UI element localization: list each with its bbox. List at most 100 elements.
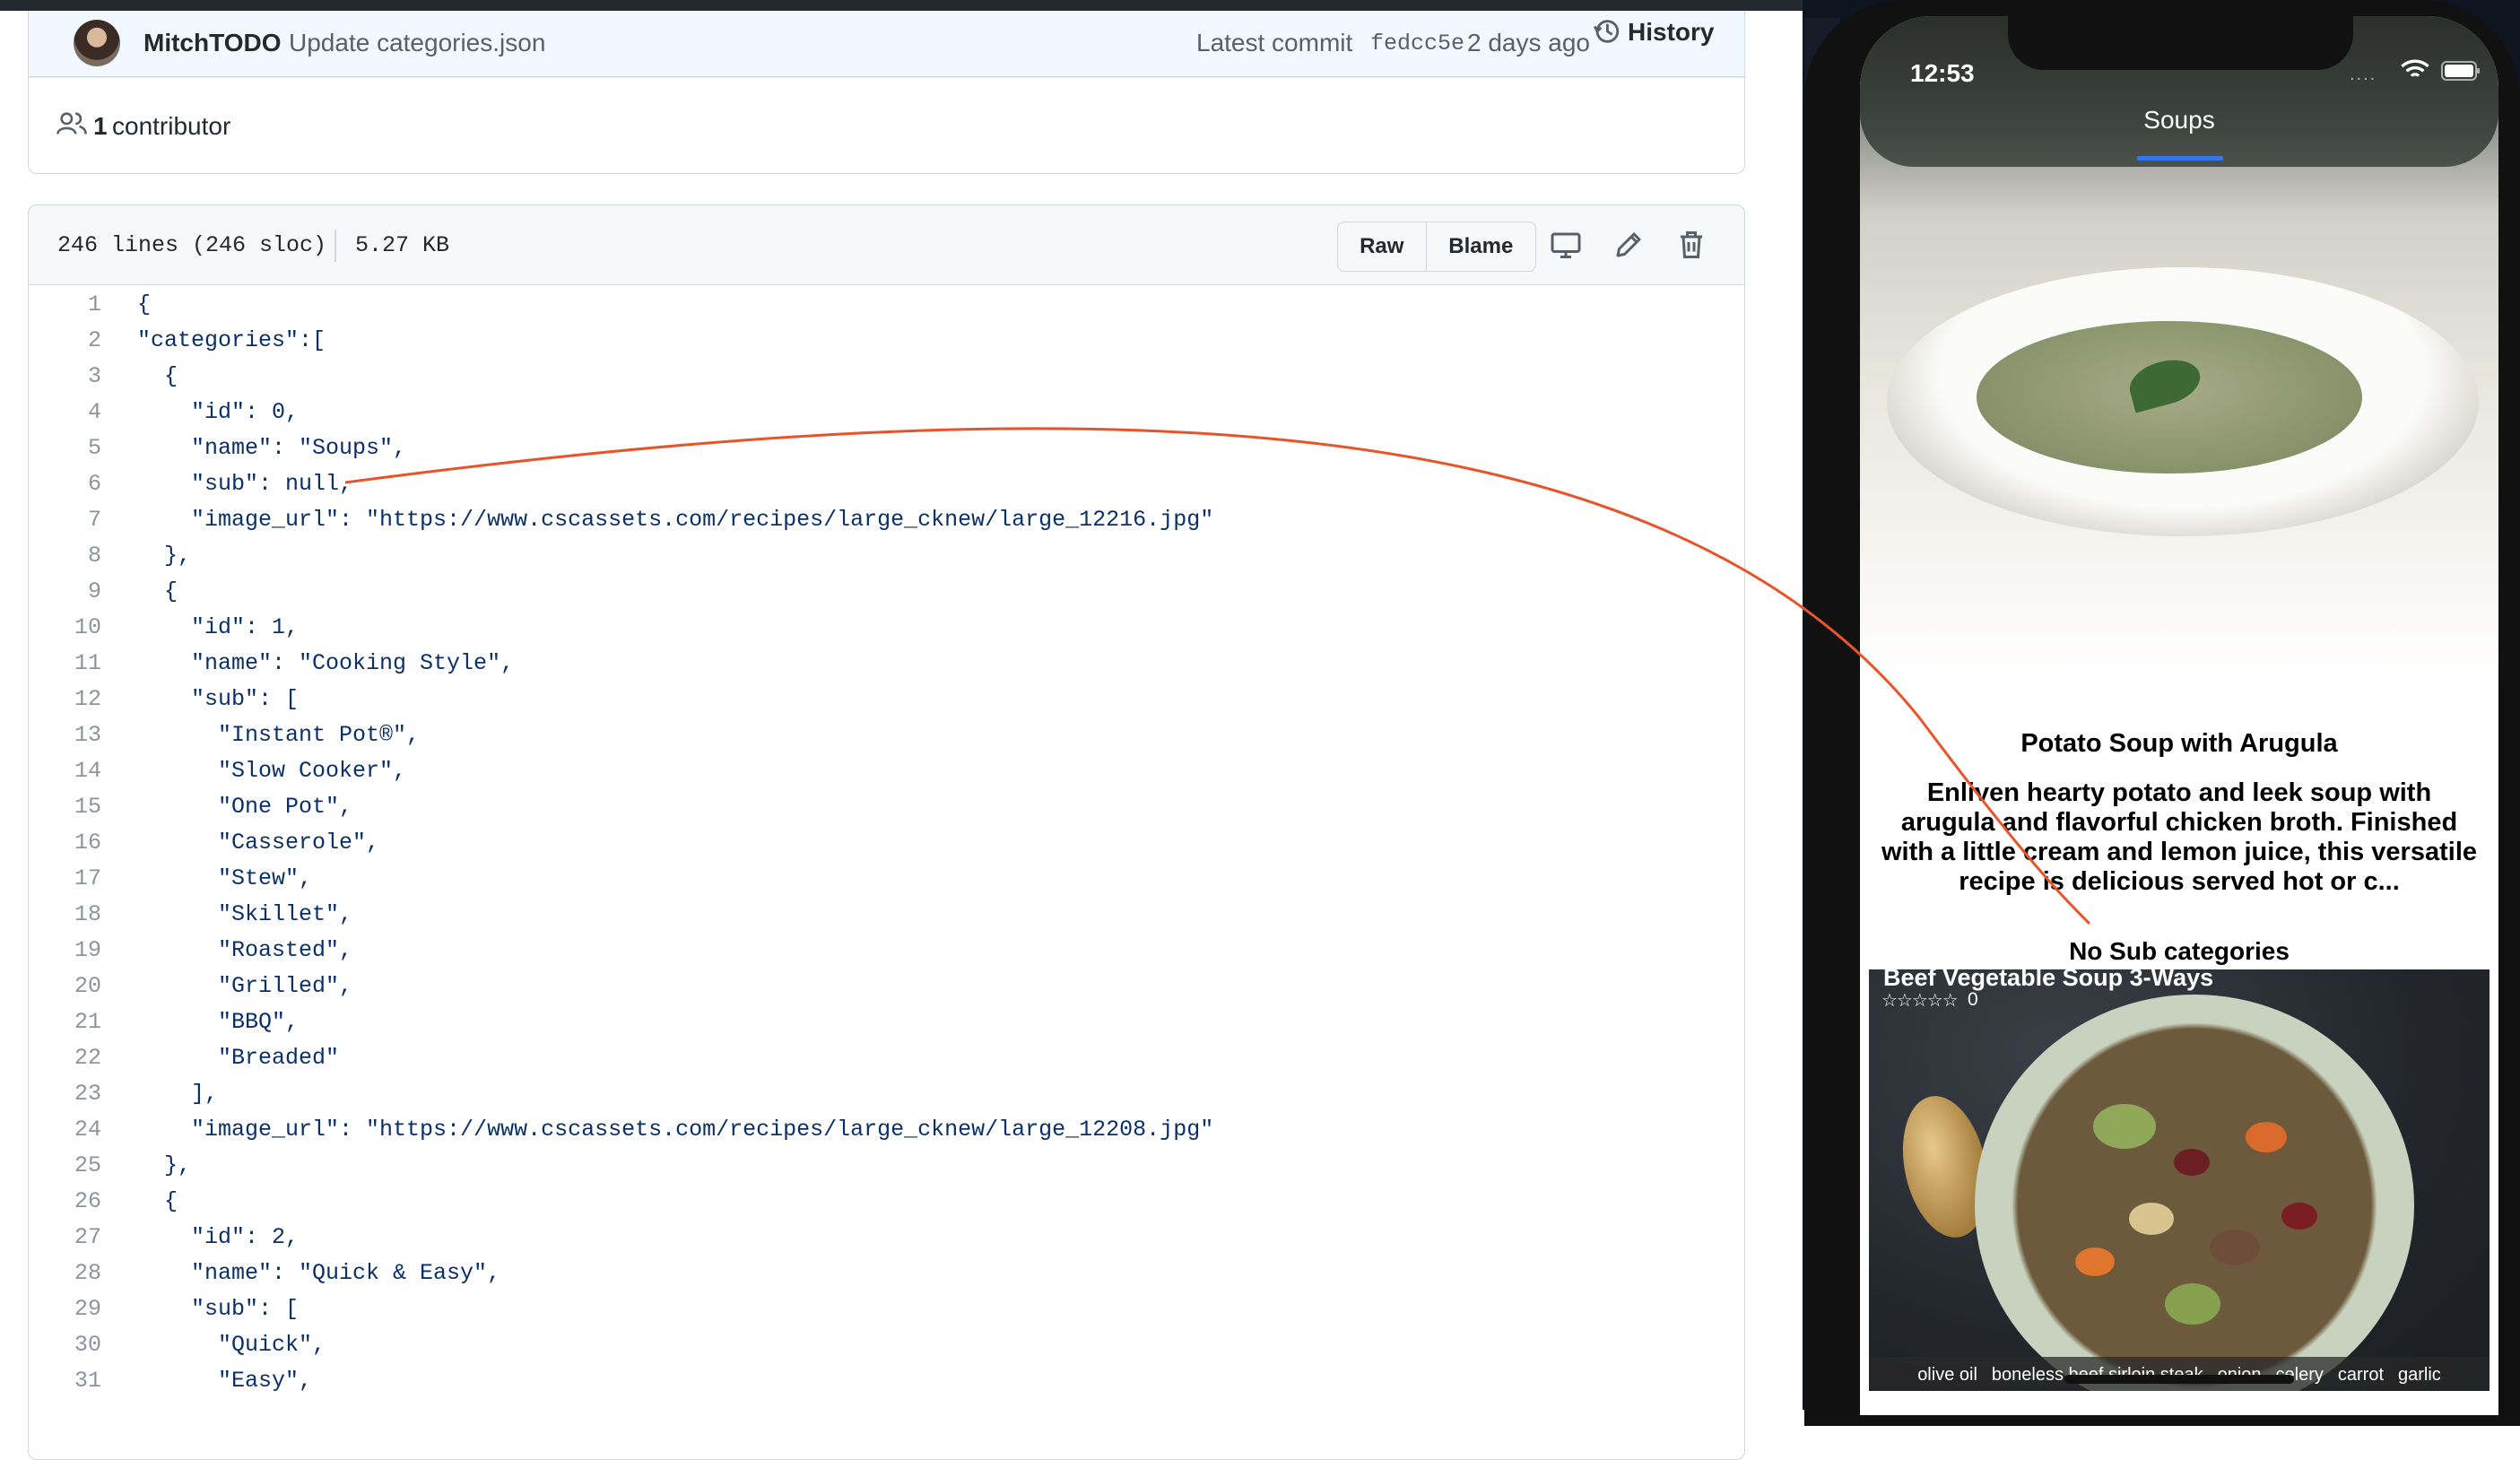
line-number[interactable]: 14 <box>28 753 101 789</box>
trash-icon[interactable] <box>1675 229 1708 261</box>
signal-icon: .... <box>2350 65 2377 84</box>
line-text: "One Pot", <box>137 794 353 820</box>
rating-count: 0 <box>1968 989 1978 1010</box>
line-text: "categories":[ <box>137 327 326 353</box>
line-text: { <box>137 291 152 317</box>
phone-notch <box>2008 16 2353 70</box>
line-text: "Skillet", <box>137 901 353 927</box>
blame-button[interactable]: Blame <box>1427 222 1535 271</box>
line-number[interactable]: 31 <box>28 1363 101 1399</box>
line-number[interactable]: 12 <box>28 682 101 717</box>
code-line: 26 { <box>28 1184 1745 1220</box>
line-text: "sub": [ <box>137 1296 300 1322</box>
line-number[interactable]: 4 <box>28 395 101 430</box>
recipe-description: Enliven hearty potato and leek soup with… <box>1881 778 2477 896</box>
file-size: 5.27 KB <box>355 232 450 258</box>
line-number[interactable]: 11 <box>28 646 101 682</box>
line-number[interactable]: 3 <box>28 359 101 395</box>
code-line: 9 { <box>28 574 1745 610</box>
tab-selected-indicator <box>2137 156 2223 161</box>
contributor-count[interactable]: 1 <box>93 112 108 141</box>
line-number[interactable]: 29 <box>28 1291 101 1327</box>
line-number[interactable]: 19 <box>28 933 101 969</box>
file-header: 246 lines (246 sloc) 5.27 KB Raw Blame <box>28 204 1745 285</box>
code-line: 7 "image_url": "https://www.cscassets.co… <box>28 502 1745 538</box>
line-text: "id": 2, <box>137 1224 300 1250</box>
desktop-icon[interactable] <box>1550 229 1582 261</box>
line-text: "name": "Cooking Style", <box>137 650 515 676</box>
tab-soups[interactable]: Soups <box>1860 106 2498 135</box>
code-line: 30 "Quick", <box>28 1327 1745 1363</box>
code-line: 10 "id": 1, <box>28 610 1745 646</box>
file-lines-info: 246 lines (246 sloc) <box>57 232 327 258</box>
contributor-label[interactable]: contributor <box>112 112 230 141</box>
line-number[interactable]: 8 <box>28 538 101 574</box>
recipe-title[interactable]: Potato Soup with Arugula <box>1860 729 2498 759</box>
line-text: "Instant Pot®", <box>137 722 421 748</box>
line-number[interactable]: 25 <box>28 1148 101 1184</box>
line-number[interactable]: 18 <box>28 897 101 933</box>
line-text: "name": "Soups", <box>137 435 407 461</box>
line-text: "sub": null, <box>137 471 353 497</box>
line-number[interactable]: 1 <box>28 287 101 323</box>
line-text: ], <box>137 1081 219 1107</box>
line-number[interactable]: 6 <box>28 466 101 502</box>
line-number[interactable]: 13 <box>28 717 101 753</box>
line-number[interactable]: 28 <box>28 1256 101 1291</box>
line-number[interactable]: 7 <box>28 502 101 538</box>
line-text: "id": 0, <box>137 399 300 425</box>
line-text: "BBQ", <box>137 1009 300 1035</box>
commit-author-link[interactable]: MitchTODO <box>143 29 281 57</box>
contributors-bar: 1 contributor <box>28 77 1745 174</box>
commit-hash-link[interactable]: fedcc5e <box>1370 30 1464 56</box>
code-line: 12 "sub": [ <box>28 682 1745 717</box>
line-number[interactable]: 21 <box>28 1004 101 1040</box>
line-number[interactable]: 24 <box>28 1112 101 1148</box>
history-link[interactable]: History <box>1628 18 1714 47</box>
code-line: 3 { <box>28 359 1745 395</box>
recipe-card[interactable]: Beef Vegetable Soup 3-Ways ☆☆☆☆☆ 0 olive… <box>1869 969 2490 1391</box>
line-text: { <box>137 578 178 604</box>
line-number[interactable]: 20 <box>28 969 101 1004</box>
line-number[interactable]: 26 <box>28 1184 101 1220</box>
code-line: 5 "name": "Soups", <box>28 430 1745 466</box>
line-number[interactable]: 16 <box>28 825 101 861</box>
avatar[interactable] <box>74 20 120 66</box>
line-number[interactable]: 2 <box>28 323 101 359</box>
line-number[interactable]: 10 <box>28 610 101 646</box>
code-line: 19 "Roasted", <box>28 933 1745 969</box>
code-line: 17 "Stew", <box>28 861 1745 897</box>
code-line: 8 }, <box>28 538 1745 574</box>
line-text: "image_url": "https://www.cscassets.com/… <box>137 507 1214 533</box>
line-text: "Slow Cooker", <box>137 758 407 784</box>
line-text: { <box>137 363 178 389</box>
ingredient-item: olive oil <box>1917 1364 1977 1385</box>
line-number[interactable]: 22 <box>28 1040 101 1076</box>
code-line: 2 "categories":[ <box>28 323 1745 359</box>
file-actions-group: Raw Blame <box>1337 222 1536 272</box>
history-icon[interactable] <box>1591 16 1621 47</box>
code-line: 1{ <box>28 287 1745 323</box>
line-text: "Breaded" <box>137 1045 340 1071</box>
line-number[interactable]: 23 <box>28 1076 101 1112</box>
line-text: }, <box>137 543 192 569</box>
line-number[interactable]: 9 <box>28 574 101 610</box>
line-number[interactable]: 15 <box>28 789 101 825</box>
pencil-icon[interactable] <box>1612 229 1645 261</box>
commit-message-link[interactable]: Update categories.json <box>289 29 545 57</box>
code-view: 1{2 "categories":[3 {4 "id": 0, 5 "name": … <box>28 287 1745 1399</box>
line-text: "Casserole", <box>137 830 380 856</box>
line-text: "Quick", <box>137 1332 326 1358</box>
code-line: 28 "name": "Quick & Easy", <box>28 1256 1745 1291</box>
line-number[interactable]: 5 <box>28 430 101 466</box>
raw-button[interactable]: Raw <box>1338 222 1427 271</box>
phone-screen: 12:53 .... Soups Potato Soup with Arugul… <box>1860 16 2498 1415</box>
line-number[interactable]: 27 <box>28 1220 101 1256</box>
code-line: 25 }, <box>28 1148 1745 1184</box>
code-line: 15 "One Pot", <box>28 789 1745 825</box>
header-strip <box>0 0 1803 11</box>
line-text: "name": "Quick & Easy", <box>137 1260 501 1286</box>
line-number[interactable]: 30 <box>28 1327 101 1363</box>
code-line: 27 "id": 2, <box>28 1220 1745 1256</box>
line-number[interactable]: 17 <box>28 861 101 897</box>
